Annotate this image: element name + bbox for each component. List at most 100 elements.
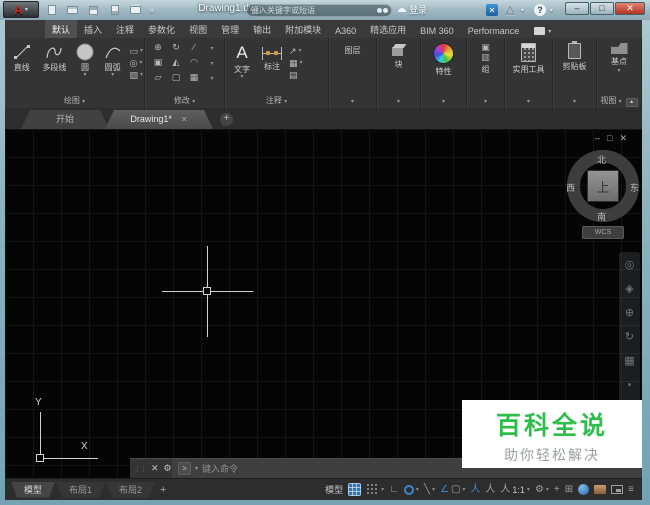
annotation-monitor-icon[interactable]: +	[554, 484, 560, 496]
chevron-down-icon[interactable]: ▾	[203, 72, 221, 87]
help-button[interactable]: ?	[534, 4, 546, 16]
sign-in-button[interactable]: 登录	[398, 3, 427, 16]
viewcube-top-face[interactable]: 上	[587, 170, 619, 202]
line-button[interactable]: 直线	[7, 41, 37, 80]
group-button[interactable]: ▣ ▥ 组	[467, 38, 504, 75]
close-tab-icon[interactable]: ✕	[181, 115, 188, 124]
panel-clipboard-footer[interactable]: ▾	[553, 95, 596, 108]
drawing-canvas[interactable]: – □ ✕ 北 南 西 东 上 WCS ◎ ◈ ⊕ ↻ ▦ ▾ Y X ⋮⋮ ✕…	[5, 129, 642, 478]
hardware-acceleration-icon[interactable]	[594, 485, 607, 494]
mirror-tool[interactable]: ◭	[167, 57, 185, 72]
move-tool[interactable]: ⊕	[149, 42, 167, 57]
stretch-tool[interactable]: ▱	[149, 72, 167, 87]
recent-commands-icon[interactable]: ▾	[195, 465, 198, 472]
navbar-more-icon[interactable]: ▾	[628, 380, 632, 391]
panel-draw-footer[interactable]: 绘图 ▾	[5, 95, 144, 108]
panel-properties-footer[interactable]: ▾	[421, 95, 466, 108]
base-point-button[interactable]: 基点 ▾	[597, 38, 641, 74]
array-tool[interactable]: ▦	[185, 72, 203, 87]
polar-tracking-toggle[interactable]: ▾	[403, 484, 419, 495]
fillet-tool[interactable]: ◠	[185, 57, 203, 72]
search-binoculars-icon[interactable]	[377, 8, 382, 13]
new-file-button[interactable]	[44, 3, 59, 17]
ucs-origin[interactable]	[36, 454, 44, 462]
chevron-down-icon[interactable]: ▾	[521, 7, 524, 14]
command-icon[interactable]: >	[178, 462, 191, 475]
annotation-scale-button[interactable]: 人 1:1 ▾	[500, 484, 530, 496]
model-space-button[interactable]: 模型	[325, 483, 343, 496]
app-menu-button[interactable]: A ▾	[3, 1, 39, 18]
viewcube-south[interactable]: 南	[597, 210, 606, 223]
rectangle-tool[interactable]: ▭ ▾	[129, 46, 143, 56]
layout-tab-model[interactable]: 模型	[11, 482, 55, 498]
chevron-down-icon[interactable]: ▾	[203, 57, 221, 72]
layout-tab-layout2[interactable]: 布局2	[106, 482, 155, 498]
zoom-icon[interactable]: ⊕	[625, 308, 634, 319]
panel-layers-footer[interactable]: ▾	[329, 95, 376, 108]
wcs-menu-button[interactable]: WCS	[582, 226, 624, 239]
tab-featured-apps[interactable]: 精选应用	[363, 20, 413, 38]
close-icon[interactable]: ✕	[151, 463, 159, 474]
tab-a360[interactable]: A360	[328, 23, 363, 38]
markup-tool[interactable]: ▤	[289, 70, 303, 80]
ribbon-minimize-button[interactable]: ▴	[625, 98, 638, 107]
leader-tool[interactable]: ↗ ▾	[289, 46, 303, 56]
file-tab-drawing1[interactable]: Drawing1* ✕	[105, 110, 213, 129]
tab-annotate[interactable]: 注释	[109, 20, 141, 38]
polyline-button[interactable]: 多段线	[37, 41, 73, 80]
insert-block-button[interactable]: 块	[377, 38, 420, 70]
copy-tool[interactable]: ▣	[149, 57, 167, 72]
snap-toggle[interactable]: ▾	[366, 483, 384, 496]
chevron-down-icon[interactable]: ▾	[550, 7, 553, 14]
tab-insert[interactable]: 插入	[77, 20, 109, 38]
search-input[interactable]	[251, 6, 377, 15]
drag-handle[interactable]: ⋮⋮	[134, 465, 147, 473]
panel-utilities-footer[interactable]: ▾	[505, 95, 552, 108]
ellipse-tool[interactable]: ◎ ▾	[129, 58, 143, 68]
close-button[interactable]: ✕	[615, 2, 645, 15]
customize-icon[interactable]: ⚙	[164, 463, 172, 474]
clipboard-button[interactable]: 剪贴板	[553, 38, 596, 72]
autoscale-icon[interactable]: 人	[485, 484, 495, 496]
clean-screen-icon[interactable]	[611, 485, 624, 494]
object-snap-toggle[interactable]: ∠ ▢ ▾	[440, 484, 465, 496]
open-file-button[interactable]	[65, 3, 80, 17]
utilities-button[interactable]: 实用工具	[505, 38, 552, 75]
isolate-objects-icon[interactable]	[578, 484, 590, 495]
pan-icon[interactable]: ◈	[625, 284, 633, 295]
rotate-tool[interactable]: ↻	[167, 42, 185, 57]
quick-properties-icon[interactable]: ⊞	[565, 484, 573, 496]
tab-view[interactable]: 视图	[182, 20, 214, 38]
navigation-wheel-icon[interactable]: ◎	[625, 260, 635, 271]
a360-icon[interactable]: △	[506, 3, 514, 16]
viewcube-north[interactable]: 北	[597, 153, 606, 166]
ribbon-display-toggle[interactable]: ▾	[534, 27, 551, 38]
layout-tab-layout1[interactable]: 布局1	[56, 482, 105, 498]
minimize-button[interactable]: –	[565, 2, 589, 15]
panel-block-footer[interactable]: ▾	[377, 95, 420, 108]
drawing-restore-button[interactable]: □	[607, 133, 612, 144]
chevron-down-icon[interactable]: ▾	[203, 42, 221, 57]
plot-button[interactable]	[128, 3, 143, 17]
panel-annotation-footer[interactable]: 注释 ▾	[225, 95, 328, 108]
table-tool[interactable]: ▦ ▾	[289, 58, 303, 68]
file-tab-start[interactable]: 开始	[21, 110, 109, 129]
drawing-close-button[interactable]: ✕	[619, 133, 627, 144]
hatch-tool[interactable]: ▨ ▾	[129, 70, 143, 80]
tab-output[interactable]: 输出	[246, 20, 278, 38]
showmotion-icon[interactable]: ▦	[624, 356, 634, 367]
annotation-visibility-icon[interactable]: 人	[470, 484, 480, 496]
customization-menu-icon[interactable]: ≡	[628, 484, 634, 496]
tab-parametric[interactable]: 参数化	[141, 20, 182, 38]
circle-button[interactable]: 圆 ▾	[72, 41, 98, 80]
new-layout-button[interactable]: +	[160, 484, 166, 496]
viewcube-east[interactable]: 东	[630, 181, 639, 194]
tab-manage[interactable]: 管理	[214, 20, 246, 38]
orbit-icon[interactable]: ↻	[625, 332, 634, 343]
tab-addins[interactable]: 附加模块	[278, 20, 328, 38]
text-button[interactable]: A 文字 ▾	[227, 41, 257, 80]
viewcube-west[interactable]: 西	[566, 181, 575, 194]
grid-toggle-icon[interactable]	[348, 483, 362, 496]
panel-group-footer[interactable]: ▾	[467, 95, 504, 108]
scale-tool[interactable]: ▢	[167, 72, 185, 87]
